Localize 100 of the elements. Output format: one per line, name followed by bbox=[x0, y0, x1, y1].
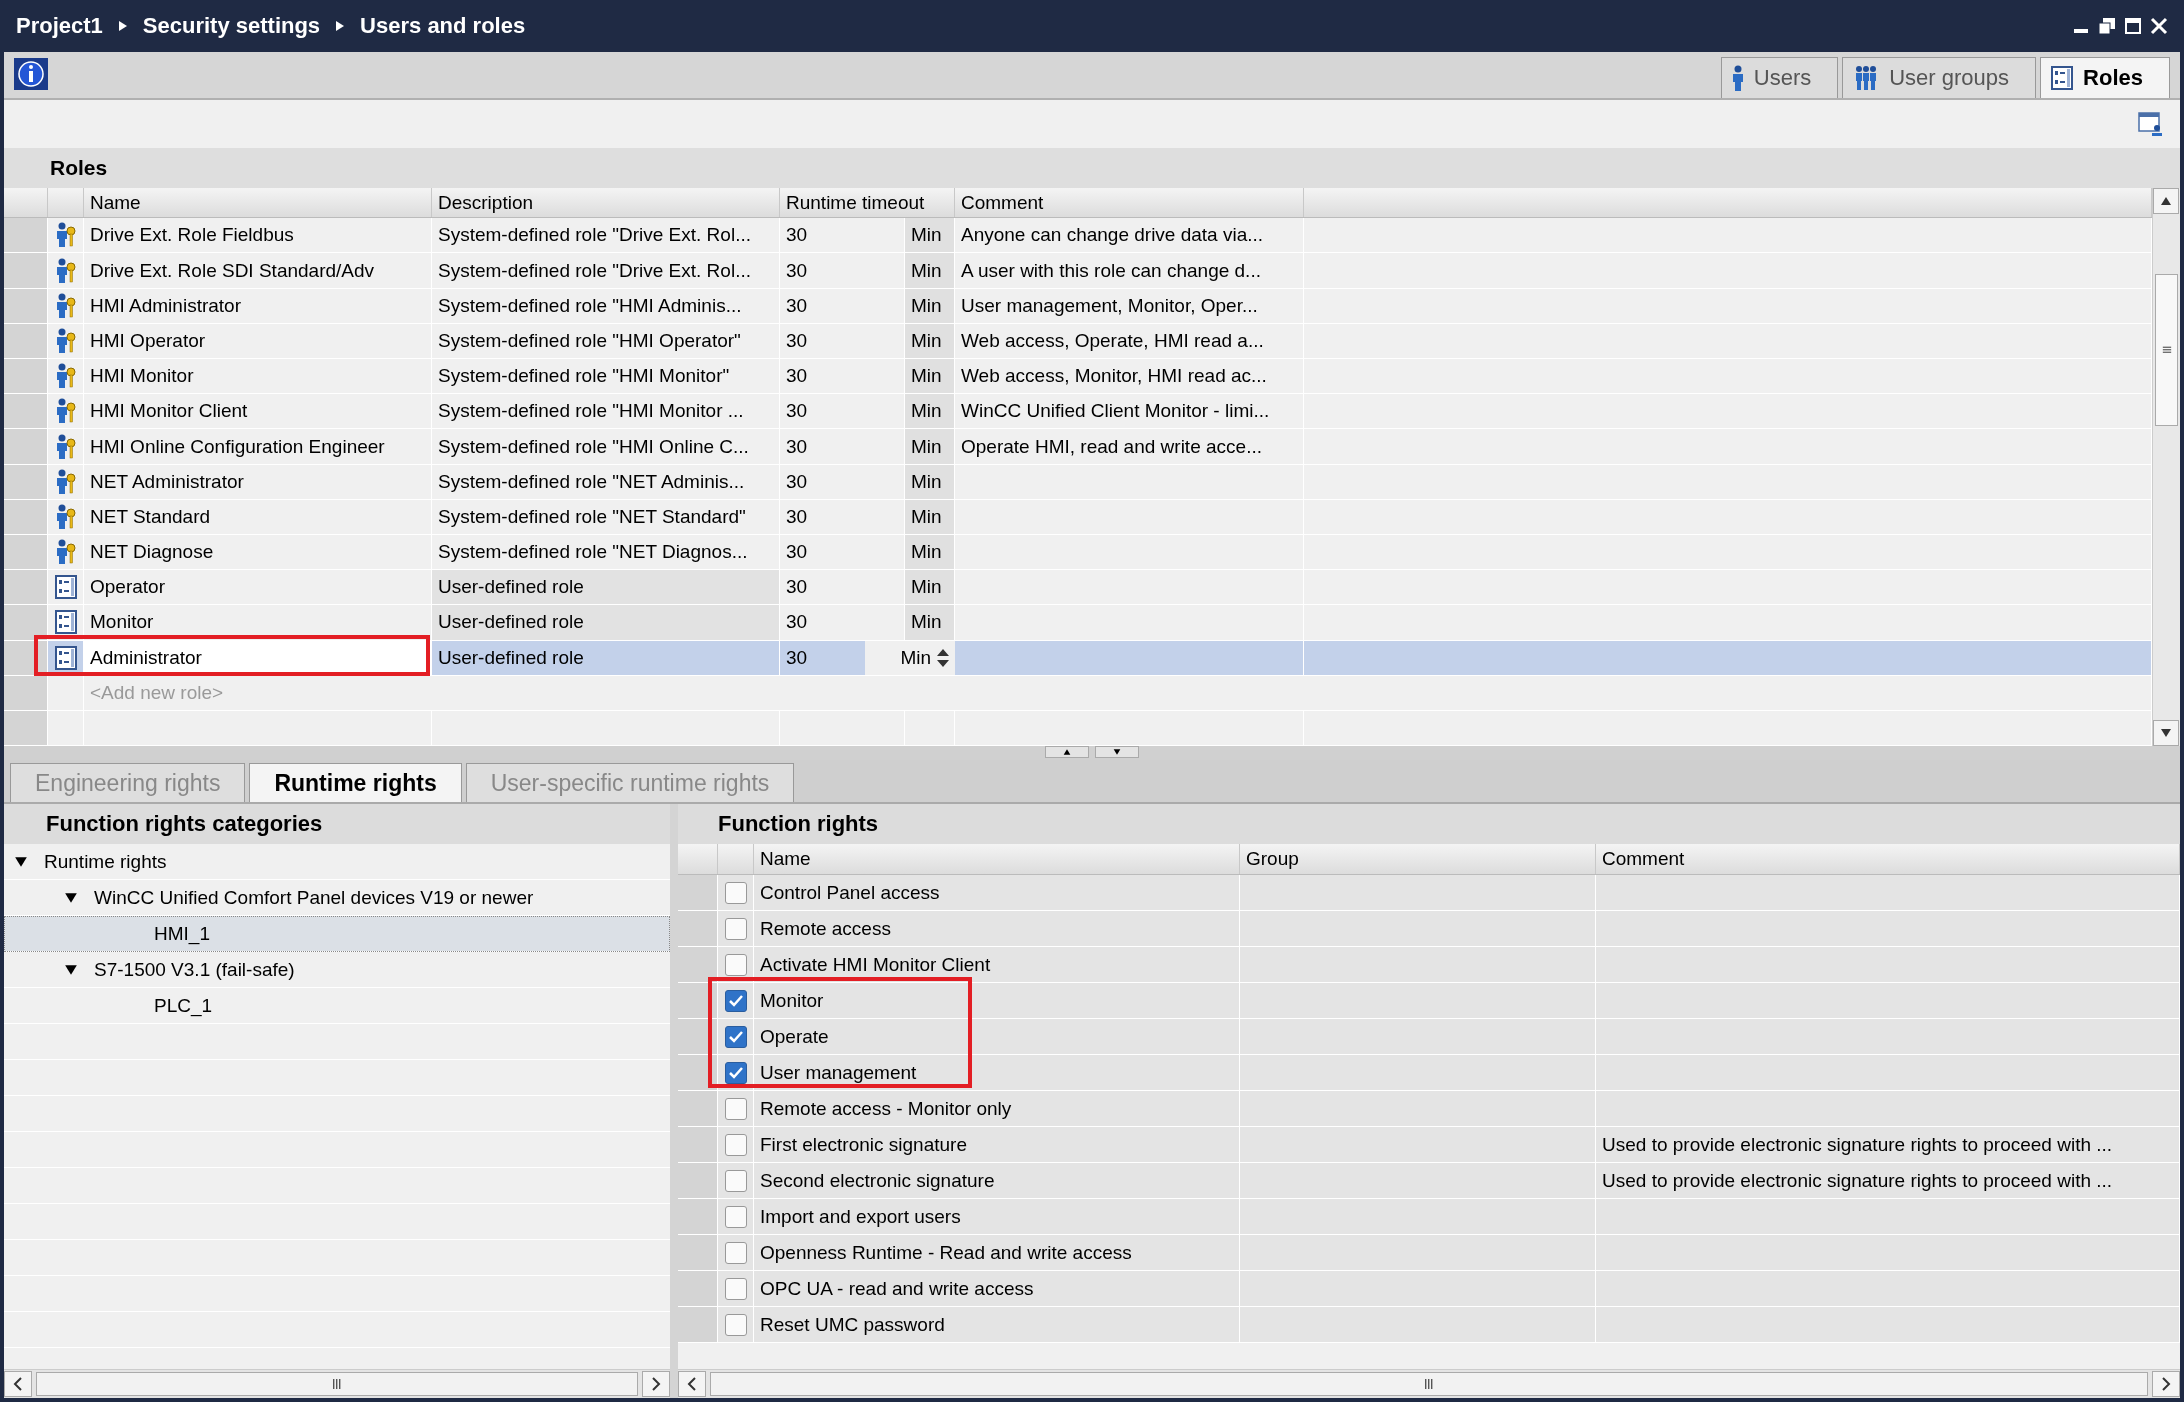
table-cell: System-defined role "HMI Adminis... bbox=[432, 288, 780, 323]
table-row[interactable]: Remote access bbox=[678, 911, 2180, 947]
list-icon bbox=[54, 610, 77, 635]
table-row[interactable]: Control Panel access bbox=[678, 875, 2180, 911]
table-settings-icon[interactable] bbox=[2138, 111, 2164, 137]
breadcrumb-item[interactable]: Project1 bbox=[16, 13, 103, 39]
table-row[interactable]: Monitor User-defined role 30 Min bbox=[4, 605, 2152, 641]
column-header[interactable]: Comment bbox=[955, 188, 1304, 218]
table-row[interactable]: Monitor bbox=[678, 983, 2180, 1019]
table-cell: Web access, Operate, HMI read a... bbox=[955, 323, 1304, 359]
checkbox[interactable] bbox=[724, 989, 747, 1012]
checkbox[interactable] bbox=[724, 1205, 747, 1228]
table-cell: Min bbox=[905, 464, 955, 499]
scrollbar-thumb[interactable] bbox=[710, 1372, 2148, 1396]
table-row[interactable]: First electronic signature Used to provide electronic signature rights to proceed with ... bbox=[678, 1127, 2180, 1163]
table-cell: System-defined role "Drive Ext. Rol... bbox=[432, 253, 780, 288]
breadcrumb-item[interactable]: Security settings bbox=[142, 13, 321, 39]
pane-title: Function rights categories bbox=[4, 804, 670, 844]
checkbox[interactable] bbox=[724, 1025, 747, 1048]
table-cell: Used to provide electronic signature rights to proceed with ... bbox=[1596, 1127, 2180, 1162]
table-row[interactable]: HMI Operator System-defined role "HMI Operator" 30 Min Web access, Operate, HMI read a... bbox=[4, 323, 2152, 360]
section-title: Roles bbox=[4, 148, 2180, 188]
table-row[interactable]: Activate HMI Monitor Client bbox=[678, 947, 2180, 983]
checkbox[interactable] bbox=[724, 881, 747, 904]
table-row[interactable]: NET Diagnose System-defined role "NET Diagnos... 30 Min bbox=[4, 535, 2152, 571]
splitter-up-button[interactable] bbox=[1045, 746, 1089, 758]
row-header[interactable] bbox=[4, 605, 48, 640]
table-cell: Activate HMI Monitor Client bbox=[754, 947, 1240, 982]
table-cell: OPC UA - read and write access bbox=[754, 1271, 1240, 1306]
table-row[interactable]: OPC UA - read and write access bbox=[678, 1271, 2180, 1307]
table-row[interactable]: NET Administrator System-defined role "NET Adminis... 30 Min bbox=[4, 464, 2152, 500]
row-header[interactable] bbox=[678, 947, 718, 982]
table-row[interactable]: HMI Monitor System-defined role "HMI Monitor" 30 Min Web access, Monitor, HMI read ac... bbox=[4, 359, 2152, 395]
table-row[interactable]: Second electronic signature Used to provide electronic signature rights to proceed with ... bbox=[678, 1163, 2180, 1199]
checkbox[interactable] bbox=[724, 953, 747, 976]
column-header[interactable]: Name bbox=[754, 844, 1240, 874]
column-header[interactable]: Group bbox=[1240, 844, 1596, 874]
table-cell: System-defined role "NET Diagnos... bbox=[432, 535, 780, 570]
user-key-icon bbox=[54, 398, 77, 425]
unit-spinner[interactable]: Min bbox=[865, 640, 955, 675]
checkbox[interactable] bbox=[724, 1169, 747, 1192]
table-row[interactable]: Openness Runtime - Read and write access bbox=[678, 1235, 2180, 1271]
column-header[interactable]: Description bbox=[432, 188, 780, 218]
column-header[interactable]: Runtime timeout bbox=[780, 188, 955, 218]
restore-icon[interactable] bbox=[2098, 17, 2116, 35]
checkbox[interactable] bbox=[724, 917, 747, 940]
scrollbar-thumb[interactable] bbox=[2155, 274, 2178, 426]
column-header[interactable]: Comment bbox=[1596, 844, 2180, 874]
table-cell: HMI Operator bbox=[84, 323, 432, 359]
list-icon bbox=[2051, 66, 2074, 90]
checkbox[interactable] bbox=[724, 1313, 747, 1336]
editor-tab[interactable]: User groups bbox=[1842, 57, 2037, 98]
table-cell: User-defined role bbox=[432, 605, 780, 640]
table-row[interactable]: Reset UMC password bbox=[678, 1307, 2180, 1343]
info-icon[interactable] bbox=[14, 58, 48, 90]
splitter-down-button[interactable] bbox=[1095, 746, 1139, 758]
maximize-icon[interactable] bbox=[2124, 17, 2142, 35]
checkbox[interactable] bbox=[724, 1277, 747, 1300]
table-row[interactable]: HMI Administrator System-defined role "HMI Adminis... 30 Min User management, Monitor, Oper... bbox=[4, 288, 2152, 324]
table-cell: First electronic signature bbox=[754, 1127, 1240, 1162]
table-row[interactable]: Drive Ext. Role Fieldbus System-defined role "Drive Ext. Rol... 30 Min Anyone can change drive data via... bbox=[4, 218, 2152, 254]
table-cell: Min bbox=[905, 499, 955, 534]
table-row[interactable]: Operator User-defined role 30 Min bbox=[4, 570, 2152, 606]
breadcrumb-item[interactable]: Users and roles bbox=[360, 13, 526, 39]
table-row[interactable]: Remote access - Monitor only bbox=[678, 1091, 2180, 1127]
column-header[interactable]: Name bbox=[84, 188, 432, 218]
editor-tab[interactable]: Users bbox=[1720, 57, 1839, 98]
expand-arrow-icon bbox=[64, 890, 78, 905]
close-icon[interactable] bbox=[2150, 17, 2168, 35]
user-key-icon bbox=[54, 539, 77, 566]
checkbox[interactable] bbox=[724, 1097, 747, 1120]
row-header[interactable] bbox=[678, 1019, 718, 1054]
table-cell: Drive Ext. Role Fieldbus bbox=[84, 218, 432, 253]
scrollbar-thumb[interactable] bbox=[36, 1372, 638, 1396]
table-row[interactable]: Import and export users bbox=[678, 1199, 2180, 1235]
table-row[interactable]: User management bbox=[678, 1055, 2180, 1091]
tree-item[interactable]: HMI_1 bbox=[4, 916, 670, 952]
table-row[interactable]: Operate bbox=[678, 1019, 2180, 1055]
scroll-left-icon bbox=[686, 1376, 698, 1392]
checkbox[interactable] bbox=[724, 1133, 747, 1156]
table-row[interactable]: Administrator User-defined role 30 Min bbox=[4, 640, 2152, 676]
scroll-right-icon bbox=[2160, 1376, 2172, 1392]
checkbox[interactable] bbox=[724, 1241, 747, 1264]
table-cell: Min bbox=[905, 253, 955, 288]
table-row[interactable]: Drive Ext. Role SDI Standard/Adv System-defined role "Drive Ext. Rol... 30 Min A user with this role can change d... bbox=[4, 253, 2152, 289]
row-header[interactable] bbox=[678, 983, 718, 1018]
scroll-up-icon bbox=[2160, 195, 2172, 207]
scroll-down-icon bbox=[2160, 727, 2172, 739]
table-cell: System-defined role "NET Standard" bbox=[432, 499, 780, 534]
table-cell: Min bbox=[905, 394, 955, 429]
table-cell: System-defined role "Drive Ext. Rol... bbox=[432, 218, 780, 253]
table-row[interactable]: HMI Online Configuration Engineer System-defined role "HMI Online C... 30 Min Operate HMI, read and write acce... bbox=[4, 429, 2152, 465]
table-cell: Control Panel access bbox=[754, 875, 1240, 910]
rights-tab[interactable]: Runtime rights bbox=[249, 763, 462, 802]
checkbox[interactable] bbox=[724, 1061, 747, 1084]
scroll-left-icon bbox=[12, 1376, 24, 1392]
table-row[interactable]: HMI Monitor Client System-defined role "HMI Monitor ... 30 Min WinCC Unified Client Monitor - limi... bbox=[4, 394, 2152, 430]
editor-tab[interactable]: Roles bbox=[2040, 57, 2170, 98]
table-cell: HMI Administrator bbox=[84, 288, 432, 323]
table-row[interactable]: NET Standard System-defined role "NET Standard" 30 Min bbox=[4, 499, 2152, 535]
